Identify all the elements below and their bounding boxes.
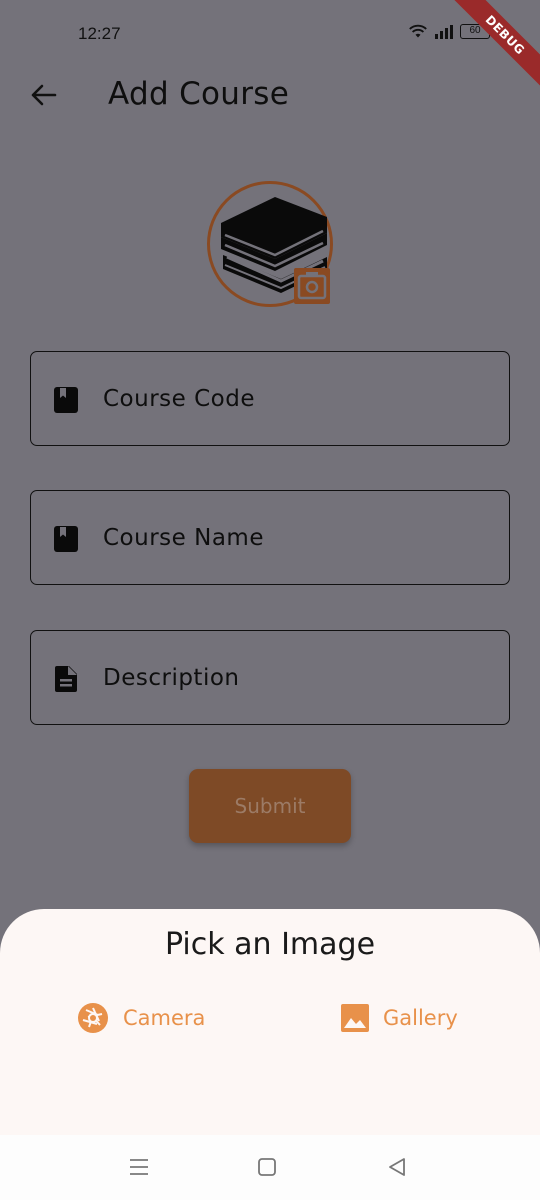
image-icon (341, 1004, 369, 1032)
camera-option[interactable]: Camera (77, 1000, 205, 1036)
book-icon (54, 387, 78, 413)
course-name-field[interactable]: Course Name (30, 490, 510, 585)
back-triangle-icon (389, 1158, 405, 1176)
system-back-button[interactable] (385, 1155, 409, 1179)
menu-icon (130, 1159, 148, 1175)
status-bar: 12:27 60 (0, 0, 540, 70)
book-icon (54, 526, 78, 552)
document-icon (55, 666, 77, 692)
description-field[interactable]: Description (30, 630, 510, 725)
status-icons: 60 (408, 24, 494, 39)
system-nav-bar (0, 1135, 540, 1200)
course-code-field[interactable]: Course Code (30, 351, 510, 446)
home-icon (258, 1158, 276, 1176)
screen: 12:27 60 DEBUG Add Course Course Code Co… (0, 0, 540, 1200)
image-picker-sheet: Pick an Image Camera Gallery (0, 909, 540, 1135)
description-label: Description (103, 664, 240, 691)
page-title: Add Course (108, 76, 290, 112)
camera-option-label: Camera (123, 1006, 206, 1030)
course-code-label: Course Code (103, 385, 255, 412)
gallery-option-label: Gallery (383, 1006, 458, 1030)
change-photo-button[interactable] (294, 268, 330, 304)
course-name-label: Course Name (103, 524, 264, 551)
wifi-icon (409, 24, 427, 38)
camera-icon (297, 272, 327, 300)
back-button[interactable] (26, 78, 60, 112)
sheet-title: Pick an Image (164, 927, 376, 962)
camera-aperture-icon (78, 1003, 108, 1033)
recent-apps-button[interactable] (127, 1155, 151, 1179)
gallery-option[interactable]: Gallery (341, 1000, 458, 1036)
signal-icon (435, 24, 453, 39)
arrow-left-icon (31, 84, 57, 106)
home-button[interactable] (255, 1155, 279, 1179)
submit-button[interactable]: Submit (189, 769, 351, 843)
status-time: 12:27 (78, 24, 121, 43)
